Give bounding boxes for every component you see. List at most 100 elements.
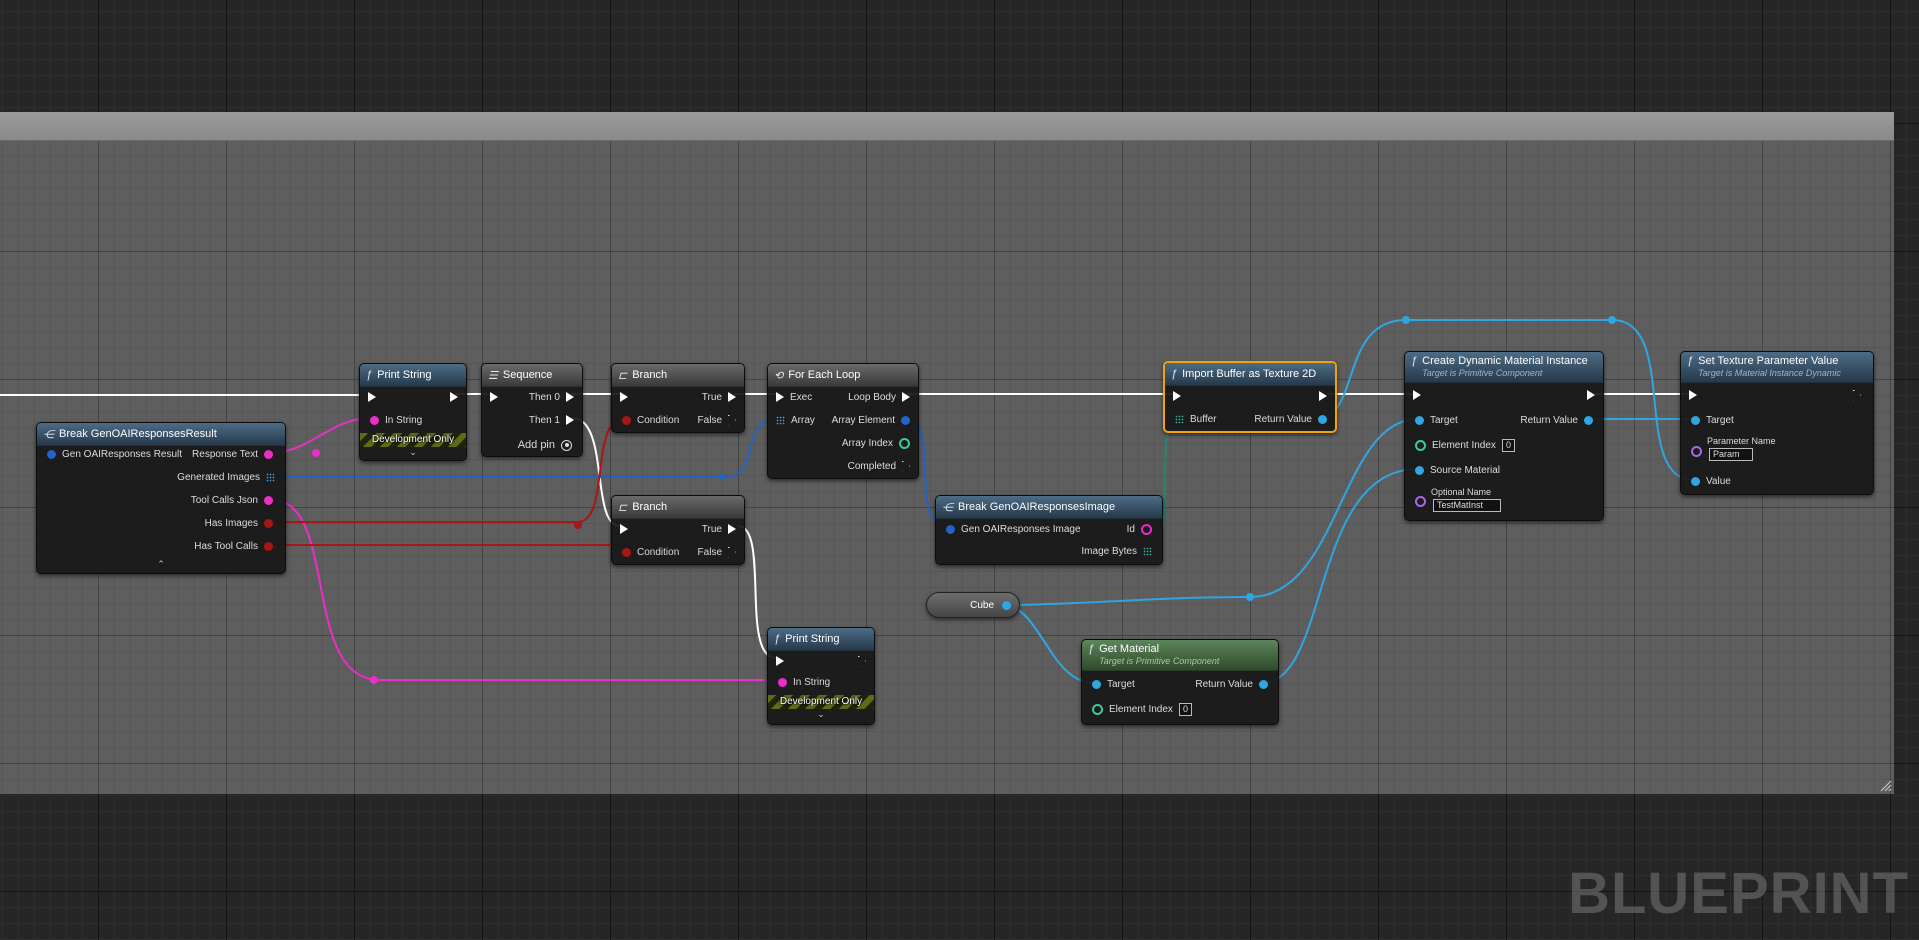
exec-pin-icon (566, 415, 574, 425)
pin-has-tool-calls[interactable]: Has Tool Calls (194, 539, 273, 553)
node-subtitle: Target is Primitive Component (1099, 656, 1220, 666)
pin-has-images[interactable]: Has Images (205, 516, 273, 530)
pin-id[interactable]: Id (1127, 522, 1152, 536)
int-pin-icon (1092, 703, 1103, 715)
node-header: ƒ Get Material Target is Primitive Compo… (1082, 640, 1278, 671)
pin-label: Gen OAIResponses Image (961, 523, 1081, 535)
collapse-chevron-icon[interactable]: ⌃ (155, 559, 167, 570)
pin-true[interactable]: True (702, 522, 736, 536)
exec-in-pin[interactable] (620, 522, 628, 536)
pin-element-index[interactable]: Element Index 0 (1415, 438, 1515, 452)
pin-then-1[interactable]: Then 1 (529, 413, 574, 427)
pin-label: Array Element (831, 414, 895, 426)
exec-in-pin[interactable] (490, 390, 498, 404)
pin-element-index[interactable]: Element Index 0 (1092, 702, 1192, 716)
variable-cube[interactable]: Cube (926, 592, 1020, 618)
pin-array-element[interactable]: Array Element (832, 413, 910, 427)
node-create-dynamic-material-instance[interactable]: ƒ Create Dynamic Material Instance Targe… (1404, 351, 1604, 521)
blueprint-watermark: BLUEPRINT (1568, 861, 1909, 926)
node-print-string-2[interactable]: ƒ Print String In String Development Onl… (767, 627, 875, 725)
node-title: Print String (377, 369, 432, 381)
string-pin-icon (370, 415, 379, 425)
expand-chevron-icon[interactable]: ⌄ (407, 447, 419, 458)
node-print-string-1[interactable]: ƒ Print String In String Development Onl… (359, 363, 467, 461)
pin-image-bytes[interactable]: Image Bytes (1081, 544, 1152, 558)
pin-target[interactable]: Target (1415, 413, 1458, 427)
exec-pin-icon (902, 392, 910, 402)
pin-response-text[interactable]: Response Text (192, 447, 273, 461)
exec-pin-icon (728, 524, 736, 534)
element-index-input[interactable]: 0 (1178, 702, 1192, 716)
pin-target[interactable]: Target (1092, 677, 1135, 691)
node-for-each-loop[interactable]: ⟲ For Each Loop Exec Loop Body Array Arr… (767, 363, 919, 479)
function-icon: ƒ (1687, 355, 1694, 367)
exec-in-pin[interactable] (620, 390, 628, 404)
node-get-material[interactable]: ƒ Get Material Target is Primitive Compo… (1081, 639, 1279, 725)
pin-source-material[interactable]: Source Material (1415, 463, 1500, 477)
pin-then-0[interactable]: Then 0 (529, 390, 574, 404)
pin-parameter-name[interactable] (1691, 444, 1702, 458)
exec-out-pin[interactable] (1853, 388, 1861, 402)
pin-label: Condition (637, 546, 680, 558)
exec-pin-icon (776, 656, 784, 666)
pin-array-index[interactable]: Array Index (842, 436, 910, 450)
node-branch-2[interactable]: ⊏ Branch True Condition False (611, 495, 745, 565)
node-set-texture-parameter-value[interactable]: ƒ Set Texture Parameter Value Target is … (1680, 351, 1874, 495)
exec-in-pin[interactable] (776, 654, 784, 668)
parameter-name-input[interactable]: Param (1709, 448, 1753, 461)
struct-pin-icon (946, 524, 955, 534)
node-subtitle: Target is Material Instance Dynamic (1698, 368, 1841, 378)
exec-out-pin[interactable] (1587, 388, 1595, 402)
node-break-responses-image[interactable]: ⋲ Break GenOAIResponsesImage Gen OAIResp… (935, 495, 1163, 565)
node-title: Create Dynamic Material Instance (1422, 355, 1588, 367)
pin-false[interactable]: False (698, 545, 736, 559)
pin-condition[interactable]: Condition (622, 545, 679, 559)
add-pin-label: Add pin (517, 439, 555, 451)
node-break-responses-result[interactable]: ⋲ Break GenOAIResponsesResult Gen OAIRes… (36, 422, 286, 574)
pin-label: Has Images (204, 517, 258, 529)
node-branch-1[interactable]: ⊏ Branch True Condition False (611, 363, 745, 433)
optional-name-input[interactable]: TestMatInst (1433, 499, 1501, 512)
resize-grip-icon[interactable] (1880, 780, 1892, 792)
pin-loop-body[interactable]: Loop Body (848, 390, 910, 404)
pin-optional-name[interactable] (1415, 494, 1426, 508)
pin-gen-oai-responses-result[interactable]: Gen OAIResponses Result (47, 447, 182, 461)
node-header: ƒ Import Buffer as Texture 2D (1165, 363, 1335, 386)
node-import-buffer-texture[interactable]: ƒ Import Buffer as Texture 2D Buffer Ret… (1163, 361, 1337, 433)
pin-false[interactable]: False (698, 413, 736, 427)
pin-value[interactable]: Value (1691, 474, 1731, 488)
object-pin-icon (1318, 414, 1327, 424)
add-pin-button[interactable]: Add pin (518, 438, 572, 452)
pin-generated-images[interactable]: Generated Images (177, 470, 275, 484)
pin-gen-oai-responses-image[interactable]: Gen OAIResponses Image (946, 522, 1081, 536)
pin-label: Gen OAIResponses Result (62, 448, 183, 460)
break-struct-icon: ⋲ (43, 428, 54, 441)
exec-out-pin[interactable] (1319, 389, 1327, 403)
node-sequence[interactable]: ☰ Sequence Then 0 Then 1 Add pin (481, 363, 583, 457)
pin-condition[interactable]: Condition (622, 413, 679, 427)
pin-return-value[interactable]: Return Value (1520, 413, 1593, 427)
exec-in-pin[interactable] (1689, 388, 1697, 402)
exec-out-pin[interactable] (858, 654, 866, 668)
pin-array[interactable]: Array (776, 413, 815, 427)
pin-return-value[interactable]: Return Value (1195, 677, 1268, 691)
pin-target[interactable]: Target (1691, 413, 1734, 427)
pin-in-string[interactable]: In String (778, 675, 830, 689)
expand-chevron-icon[interactable]: ⌄ (815, 709, 827, 720)
pin-true[interactable]: True (702, 390, 736, 404)
exec-pin-icon (1689, 390, 1697, 400)
pin-tool-calls-json[interactable]: Tool Calls Json (191, 493, 273, 507)
exec-in-pin[interactable] (1413, 388, 1421, 402)
sequence-icon: ☰ (488, 369, 498, 382)
exec-in-pin[interactable] (1173, 389, 1181, 403)
element-index-input[interactable]: 0 (1501, 438, 1515, 452)
pin-label: Parameter Name (1707, 436, 1776, 446)
exec-pin-icon (620, 524, 628, 534)
pin-return-value[interactable]: Return Value (1254, 412, 1327, 426)
pin-buffer[interactable]: Buffer (1175, 412, 1217, 426)
exec-in-pin[interactable] (368, 390, 376, 404)
pin-exec[interactable]: Exec (776, 390, 812, 404)
exec-out-pin[interactable] (450, 390, 458, 404)
pin-completed[interactable]: Completed (848, 459, 910, 473)
pin-in-string[interactable]: In String (370, 413, 422, 427)
